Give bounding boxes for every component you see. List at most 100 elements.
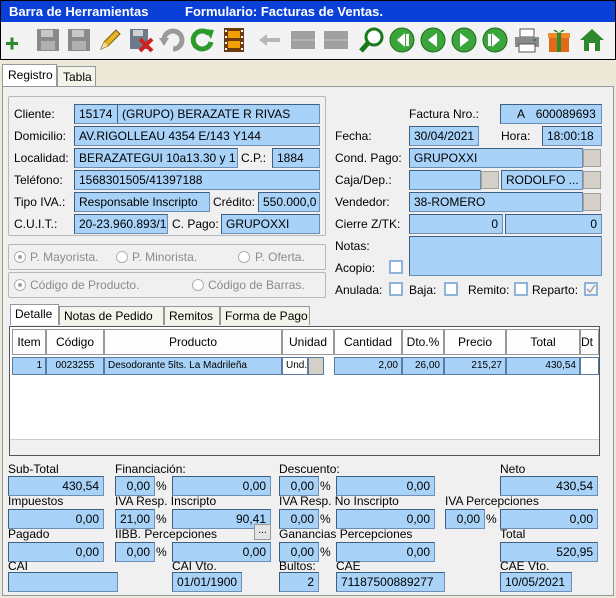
telefono-field[interactable]: 1568301505/41397188 [74,170,320,190]
deposito-dropdown[interactable] [583,171,601,189]
iva-rni-pct-field[interactable]: 0,00 [279,509,319,529]
col-producto[interactable]: Producto [104,329,282,355]
cell-total[interactable]: 430,54 [506,357,580,375]
radio-minorista[interactable] [116,251,128,263]
save-button[interactable] [33,25,63,55]
localidad-field[interactable]: BERAZATEGUI 10a13.30 y 1 [74,148,238,168]
cliente-code-field[interactable]: 15174 [74,104,118,124]
col-dto[interactable]: Dto.% [402,329,444,355]
vendedor-dropdown[interactable] [583,193,601,211]
refresh-button[interactable] [188,25,218,55]
tab-detalle[interactable]: Detalle [10,304,59,325]
radio-codigo-barras[interactable] [192,279,204,291]
cai-field[interactable] [8,572,118,592]
cond-pago-dropdown[interactable] [583,149,601,167]
tab-notas-pedido[interactable]: Notas de Pedido [59,306,164,325]
tipo-iva-field[interactable]: Responsable Inscripto [74,192,210,212]
tab-tabla[interactable]: Tabla [57,66,96,87]
iva-perc-pct-field[interactable]: 0,00 [445,509,485,529]
col-dt[interactable]: Dt [580,329,599,355]
iibb-pct-field[interactable]: 0,00 [115,542,155,562]
tab-registro[interactable]: Registro [2,64,57,87]
col-codigo[interactable]: Código [46,329,104,355]
iva-rni-field[interactable]: 0,00 [336,509,435,529]
first-button[interactable] [387,25,417,55]
tab-forma-pago[interactable]: Forma de Pago [220,306,310,325]
col-precio[interactable]: Precio [444,329,506,355]
acopio-checkbox[interactable] [389,260,403,274]
home-button[interactable] [577,25,607,55]
delete-button[interactable] [126,25,156,55]
col-item[interactable]: Item [12,329,46,355]
cierre-field-1[interactable]: 0 [409,214,503,234]
baja-checkbox[interactable] [444,282,458,296]
back-button[interactable] [255,25,285,55]
descuento-field[interactable]: 0,00 [336,476,435,496]
remito-checkbox[interactable] [514,282,528,296]
credito-field[interactable]: 550.000,0 [258,192,320,212]
undo-button[interactable] [157,25,187,55]
subtotal-field[interactable]: 430,54 [8,476,104,496]
hora-field[interactable]: 18:00:18 [542,126,602,146]
radio-mayorista[interactable] [14,251,26,263]
cell-dt[interactable] [580,357,599,375]
previous-button[interactable] [418,25,448,55]
disabled-button-1[interactable] [288,25,318,55]
cae-vto-field[interactable]: 10/05/2021 [500,572,572,592]
cliente-name-field[interactable]: (GRUPO) BERAZATE R RIVAS [117,104,320,124]
iva-perc-field[interactable]: 0,00 [500,509,598,529]
title-bar: Barra de Herramientas Formulario: Factur… [0,0,616,22]
col-total[interactable]: Total [506,329,580,355]
print-button[interactable] [512,25,542,55]
cond-pago-label: Cond. Pago: [335,151,402,165]
search-button[interactable] [357,25,387,55]
cell-dto[interactable]: 26,00 [402,357,444,375]
reparto-checkbox[interactable] [584,282,598,296]
cell-codigo[interactable]: 0023255 [46,357,104,375]
bultos-field[interactable]: 2 [279,572,319,592]
deposito-field[interactable]: RODOLFO ... [501,170,583,190]
radio-codigo-producto[interactable] [14,279,26,291]
col-unidad[interactable]: Unidad [282,329,334,355]
cierre-field-2[interactable]: 0 [505,214,602,234]
domicilio-field[interactable]: AV.RIGOLLEAU 4354 E/143 Y144 [74,126,320,146]
cell-item[interactable]: 1 [12,357,46,375]
vendedor-field[interactable]: 38-ROMERO [409,192,583,212]
cell-unidad[interactable]: Und. [282,357,308,375]
caja-field[interactable] [409,170,481,190]
cae-field[interactable]: 71187500889277 [336,572,445,592]
cuit-field[interactable]: 20-23.960.893/1 [74,214,168,234]
cell-precio[interactable]: 215,27 [444,357,506,375]
neto-field[interactable]: 430,54 [500,476,598,496]
col-cantidad[interactable]: Cantidad [334,329,402,355]
film-button[interactable] [219,25,249,55]
cond-pago-field[interactable]: GRUPOXXI [409,148,583,168]
impuestos-field[interactable]: 0,00 [8,509,104,529]
anulada-checkbox[interactable] [389,282,403,296]
cell-producto[interactable]: Desodorante 5lts. La Madrileña [104,357,282,375]
cai-vto-field[interactable]: 01/01/1900 [172,572,242,592]
unidad-dropdown[interactable] [308,357,324,375]
cp-field[interactable]: 1884 [272,148,320,168]
save-close-button[interactable] [64,25,94,55]
financiacion-pct-field[interactable]: 0,00 [115,476,155,496]
iva-ri-pct-field[interactable]: 21,00 [115,509,155,529]
financiacion-field[interactable]: 0,00 [172,476,271,496]
edit-button[interactable] [95,25,125,55]
fecha-field[interactable]: 30/04/2021 [409,126,479,146]
disabled-button-2[interactable] [321,25,351,55]
descuento-pct-field[interactable]: 0,00 [279,476,319,496]
notas-field[interactable] [409,236,602,276]
gift-button[interactable] [544,25,574,55]
radio-oferta[interactable] [238,251,250,263]
factura-nro-field[interactable]: A 600089693 [500,104,602,124]
last-button[interactable] [480,25,510,55]
tab-remitos[interactable]: Remitos [164,306,220,325]
caja-dropdown[interactable] [481,171,499,189]
add-button[interactable] [2,25,32,55]
cpago-field[interactable]: GRUPOXXI [221,214,320,234]
cell-cantidad[interactable]: 2,00 [334,357,402,375]
next-button[interactable] [449,25,479,55]
iibb-ellipsis-button[interactable]: ... [254,524,271,540]
grid-horizontal-scrollbar[interactable] [10,439,599,455]
